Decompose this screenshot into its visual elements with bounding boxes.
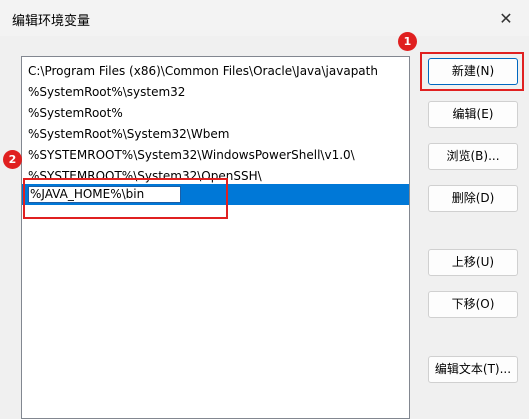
move-up-button[interactable]: 上移(U)	[428, 249, 518, 276]
edit-text-button[interactable]: 编辑文本(T)...	[428, 356, 518, 383]
list-item[interactable]: %SystemRoot%\System32\Wbem	[22, 124, 409, 145]
list-item-selected[interactable]: %JAVA_HOME%\bin	[22, 184, 409, 205]
step-badge-2: 2	[3, 150, 22, 169]
list-item[interactable]: %SystemRoot%\system32	[22, 82, 409, 103]
window-title: 编辑环境变量	[12, 14, 91, 29]
title-bar: 编辑环境变量 ✕	[0, 0, 529, 36]
path-edit-input[interactable]: %JAVA_HOME%\bin	[28, 186, 181, 203]
browse-button[interactable]: 浏览(B)...	[428, 143, 518, 170]
path-list[interactable]: C:\Program Files (x86)\Common Files\Orac…	[21, 56, 410, 419]
list-item[interactable]: C:\Program Files (x86)\Common Files\Orac…	[22, 61, 409, 82]
move-down-button[interactable]: 下移(O)	[428, 291, 518, 318]
list-item[interactable]: %SYSTEMROOT%\System32\WindowsPowerShell\…	[22, 145, 409, 166]
step-badge-1: 1	[398, 32, 417, 51]
close-button[interactable]: ✕	[483, 0, 529, 36]
close-icon: ✕	[499, 8, 513, 28]
delete-button[interactable]: 删除(D)	[428, 185, 518, 212]
new-button[interactable]: 新建(N)	[428, 58, 518, 85]
edit-button[interactable]: 编辑(E)	[428, 101, 518, 128]
list-item[interactable]: %SystemRoot%	[22, 103, 409, 124]
